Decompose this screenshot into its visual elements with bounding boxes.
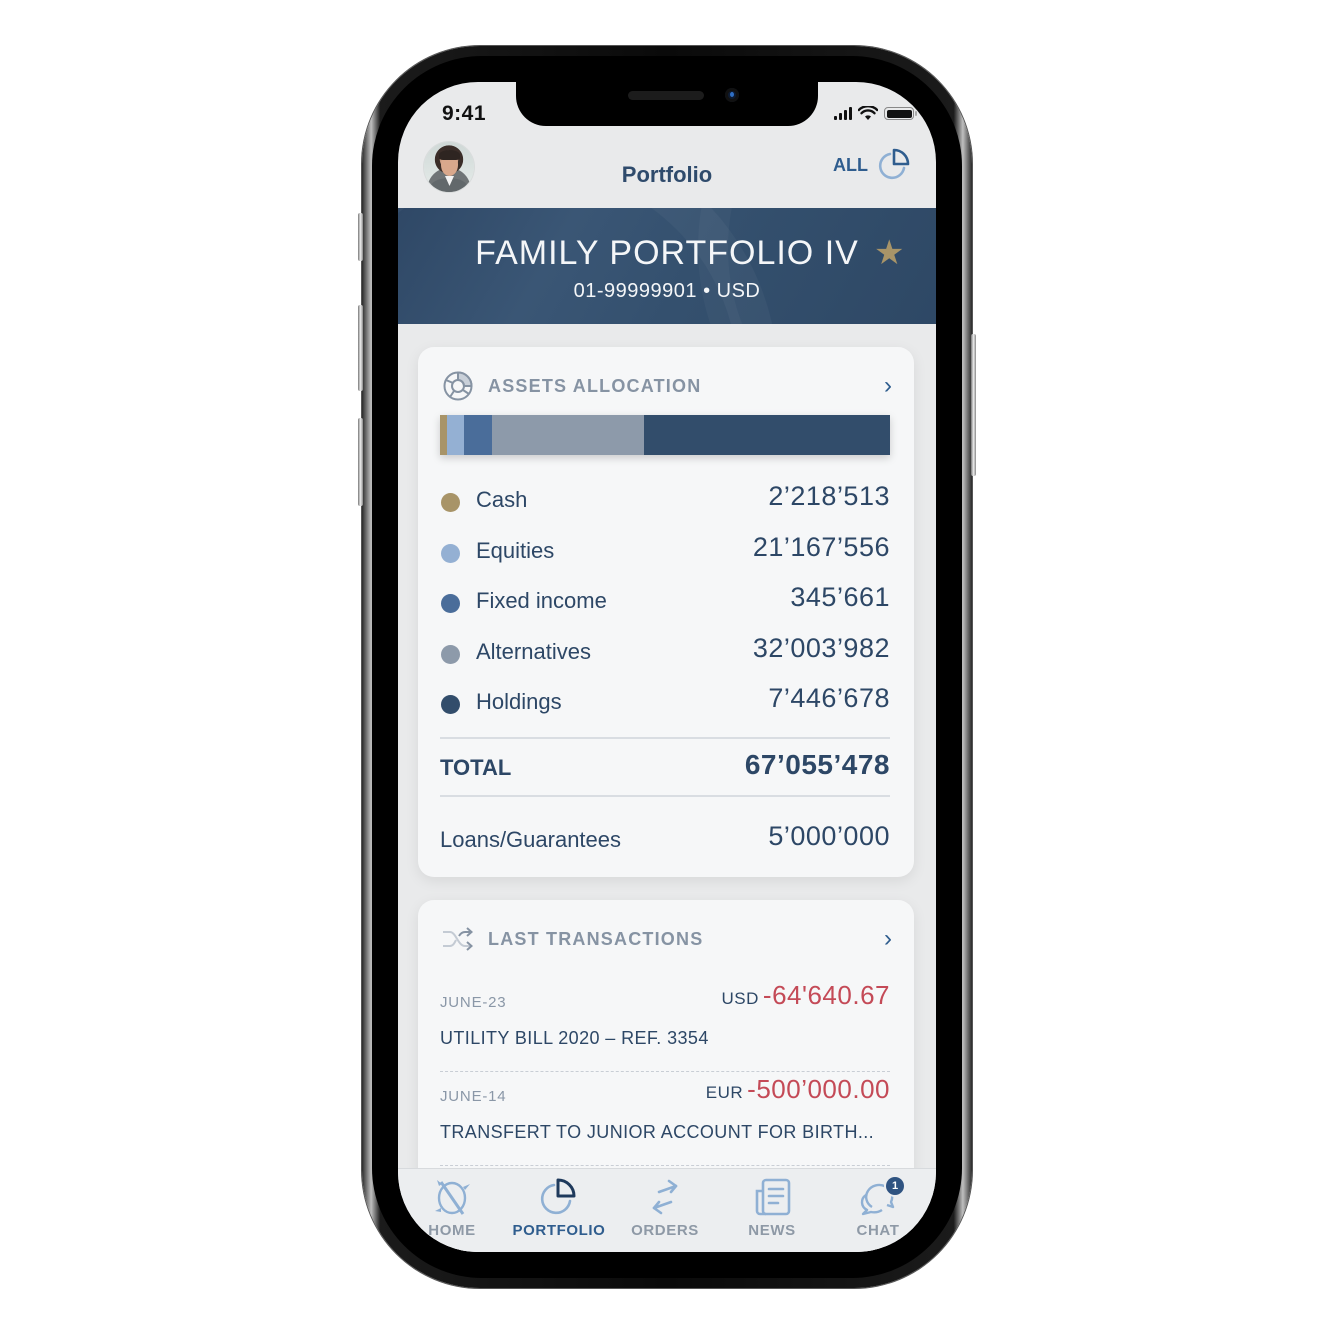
chevron-right-icon[interactable]: › <box>884 926 892 952</box>
allocation-label: Fixed income <box>476 588 607 614</box>
legend-dot-icon <box>441 695 460 715</box>
allocation-segment-holdings <box>644 415 890 455</box>
divider <box>440 795 890 797</box>
notch <box>516 82 818 126</box>
allocation-value: 21’167’556 <box>752 531 890 562</box>
transaction-description: UTILITY BILL 2020 – REF. 3354 <box>440 1028 709 1048</box>
allocation-row[interactable]: Holdings 7’446’678 <box>440 679 890 730</box>
tab-label: PORTFOLIO <box>512 1222 606 1239</box>
allocation-row[interactable]: Equities 21’167’556 <box>440 528 890 579</box>
allocation-segment-equities <box>447 415 465 455</box>
pie-chart-icon <box>540 1178 576 1215</box>
portfolio-name: FAMILY PORTFOLIO IV <box>475 234 859 272</box>
transaction-value: -64'640.67 <box>762 980 890 1010</box>
wifi-icon <box>858 106 878 120</box>
screen: 9:41 Portfolio ALL FAMILY PORTFOLIO IV ★… <box>398 82 936 1252</box>
silent-switch <box>358 213 363 261</box>
portfolio-filter-button[interactable]: ALL <box>833 148 910 182</box>
shuffle-icon <box>443 927 474 951</box>
signal-icon <box>834 107 852 120</box>
pie-chart-icon <box>878 148 910 180</box>
allocation-label: Alternatives <box>476 638 591 664</box>
speaker <box>628 91 704 100</box>
loans-value: 5’000’000 <box>768 821 890 851</box>
assets-allocation-card[interactable]: ASSETS ALLOCATION › Cash 2’218’513 Equitie… <box>418 347 914 877</box>
transaction-row[interactable]: JUNE-14 EUR -500’000.00 TRANSFERT TO JUNIOR… <box>440 1072 890 1166</box>
allocation-value: 2’218’513 <box>768 481 890 511</box>
legend-dot-icon <box>441 493 460 512</box>
camera <box>725 88 739 102</box>
allocation-segment-alternatives <box>492 415 645 455</box>
divider <box>440 737 890 739</box>
tab-label: HOME <box>428 1222 476 1239</box>
assets-allocation-title: ASSETS ALLOCATION <box>488 375 702 396</box>
allocation-segment-cash <box>440 415 448 455</box>
allocation-value: 345’661 <box>790 582 890 613</box>
tab-label: NEWS <box>748 1222 796 1239</box>
transaction-amount: USD -64'640.67 <box>722 980 890 1011</box>
home-compass-icon <box>435 1180 470 1215</box>
last-transactions-title: LAST TRANSACTIONS <box>488 928 704 949</box>
transaction-value: -500’000.00 <box>747 1074 890 1104</box>
loans-label: Loans/Guarantees <box>440 827 622 852</box>
assets-allocation-header[interactable]: ASSETS ALLOCATION › <box>442 371 892 401</box>
battery-icon <box>884 107 917 120</box>
transaction-currency: USD <box>721 989 759 1008</box>
allocation-segment-fixed-income <box>464 415 493 455</box>
allocation-label: Cash <box>476 487 528 512</box>
allocation-list: Cash 2’218’513 Equities 21’167’556 Fixed inc… <box>440 477 890 730</box>
tab-home[interactable]: HOME <box>402 1177 502 1247</box>
allocation-row[interactable]: Alternatives 32’003’982 <box>440 629 890 680</box>
chevron-right-icon[interactable]: › <box>884 373 892 399</box>
newspaper-icon <box>755 1178 791 1216</box>
tab-chat[interactable]: 1 CHAT <box>828 1177 928 1247</box>
allocation-value: 32’003’982 <box>752 632 890 663</box>
account-number: 01-99999901 • USD <box>573 280 761 302</box>
status-icons <box>834 106 917 121</box>
allocation-label: Holdings <box>476 689 562 715</box>
allocation-label: Equities <box>476 537 555 563</box>
tab-label: ORDERS <box>631 1222 699 1239</box>
status-time: 9:41 <box>442 102 487 125</box>
transaction-date: JUNE-23 <box>440 994 507 1011</box>
legend-dot-icon <box>441 644 460 664</box>
app-header: Portfolio ALL <box>398 130 936 208</box>
legend-dot-icon <box>441 543 460 563</box>
volume-down-button <box>358 418 363 506</box>
chat-badge: 1 <box>886 1177 904 1195</box>
last-transactions-header[interactable]: LAST TRANSACTIONS › <box>442 926 892 952</box>
volume-up-button <box>358 305 363 391</box>
total-value: 67’055’478 <box>744 749 890 780</box>
transactions-list: JUNE-23 USD -64'640.67 UTILITY BILL 2020 – … <box>440 978 890 1166</box>
transaction-date: JUNE-14 <box>440 1088 507 1105</box>
transaction-row[interactable]: JUNE-23 USD -64'640.67 UTILITY BILL 2020 – … <box>440 978 890 1072</box>
allocation-donut-icon <box>443 371 473 401</box>
allocation-row[interactable]: Cash 2’218’513 <box>440 477 890 528</box>
tab-bar: HOME PORTFOLIO ORDERS NEWS 1 CHAT <box>398 1168 936 1252</box>
total-label: TOTAL <box>440 755 512 780</box>
legend-dot-icon <box>441 594 460 614</box>
transaction-amount: EUR -500’000.00 <box>706 1074 890 1105</box>
tab-orders[interactable]: ORDERS <box>615 1177 715 1247</box>
favorite-star-icon[interactable]: ★ <box>874 236 904 270</box>
transaction-description: TRANSFERT TO JUNIOR ACCOUNT FOR BIRTH... <box>440 1122 875 1142</box>
tab-portfolio[interactable]: PORTFOLIO <box>509 1177 609 1247</box>
allocation-row[interactable]: Fixed income 345’661 <box>440 578 890 629</box>
tab-news[interactable]: NEWS <box>722 1177 822 1247</box>
portfolio-banner: FAMILY PORTFOLIO IV ★ 01-99999901 • USD <box>398 208 936 324</box>
tab-label: CHAT <box>856 1222 900 1239</box>
allocation-value: 7’446’678 <box>768 683 890 714</box>
swap-arrows-icon <box>652 1179 678 1215</box>
transaction-currency: EUR <box>705 1083 744 1102</box>
filter-label: ALL <box>833 154 868 175</box>
allocation-bar <box>440 415 890 455</box>
power-button <box>971 334 976 476</box>
